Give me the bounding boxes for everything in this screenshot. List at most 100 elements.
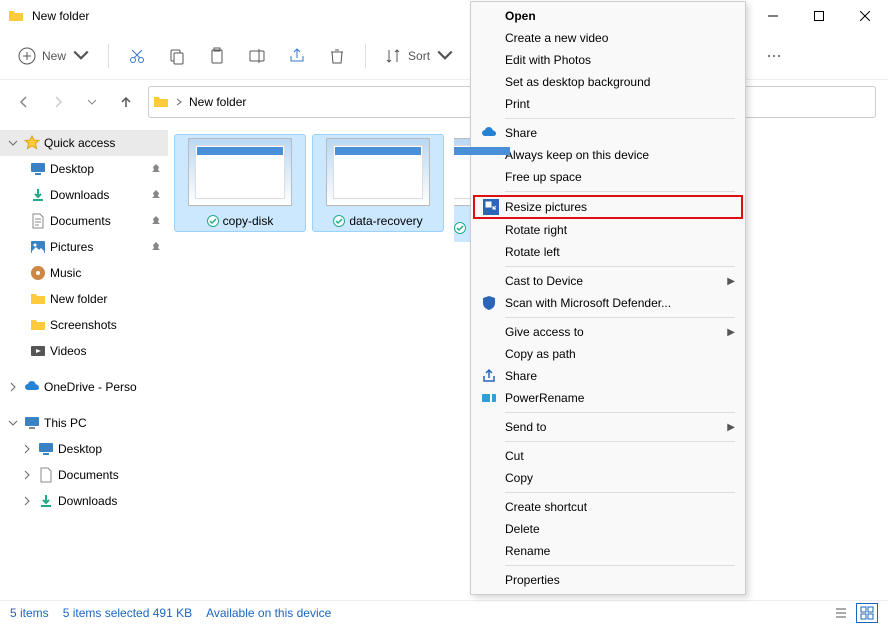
- minimize-button[interactable]: [750, 0, 796, 32]
- selection-info: 5 items selected 491 KB: [63, 606, 192, 620]
- ctx-cast[interactable]: Cast to Device▶: [473, 270, 743, 292]
- resize-icon: [483, 199, 499, 215]
- back-button[interactable]: [12, 90, 36, 114]
- details-view-button[interactable]: [830, 603, 852, 623]
- ctx-rotate-left[interactable]: Rotate left: [473, 241, 743, 263]
- sort-button[interactable]: Sort: [376, 38, 462, 74]
- chevron-right-icon: [22, 444, 32, 454]
- chevron-down-icon: [436, 47, 454, 65]
- delete-button[interactable]: [319, 38, 355, 74]
- share-arrow-icon: [481, 368, 497, 384]
- chevron-down-icon: [8, 418, 18, 428]
- scissors-icon: [128, 47, 146, 65]
- cloud-icon: [24, 379, 40, 395]
- star-icon: [24, 135, 40, 151]
- thumbnail: [188, 138, 292, 206]
- more-button[interactable]: [756, 38, 792, 74]
- download-icon: [30, 187, 46, 203]
- ctx-powerrename[interactable]: PowerRename: [473, 387, 743, 409]
- ctx-print[interactable]: Print: [473, 93, 743, 115]
- chevron-right-icon: [8, 382, 18, 392]
- ctx-always-keep[interactable]: Always keep on this device: [473, 144, 743, 166]
- sidebar-item-pc-documents[interactable]: Documents: [0, 462, 168, 488]
- ctx-share2[interactable]: Share: [473, 365, 743, 387]
- new-button[interactable]: New: [10, 38, 98, 74]
- chevron-down-icon: [8, 138, 18, 148]
- thumbnail: [326, 138, 430, 206]
- forward-button[interactable]: [46, 90, 70, 114]
- ctx-free-space[interactable]: Free up space: [473, 166, 743, 188]
- sidebar-item-new-folder[interactable]: New folder: [0, 286, 168, 312]
- ellipsis-icon: [765, 47, 783, 65]
- ctx-create-shortcut[interactable]: Create shortcut: [473, 496, 743, 518]
- sidebar-item-pc-downloads[interactable]: Downloads: [0, 488, 168, 514]
- body: Quick access Desktop Downloads Documents…: [0, 124, 888, 600]
- ctx-resize-pictures[interactable]: Resize pictures: [473, 195, 743, 219]
- sidebar-item-videos[interactable]: Videos: [0, 338, 168, 364]
- ctx-give-access[interactable]: Give access to▶: [473, 321, 743, 343]
- up-button[interactable]: [114, 90, 138, 114]
- separator: [505, 441, 735, 442]
- ctx-properties[interactable]: Properties: [473, 569, 743, 591]
- ctx-rotate-right[interactable]: Rotate right: [473, 219, 743, 241]
- document-icon: [38, 467, 54, 483]
- ctx-share[interactable]: Share: [473, 122, 743, 144]
- desktop-icon: [38, 441, 54, 457]
- copy-button[interactable]: [159, 38, 195, 74]
- context-menu: Open Create a new video Edit with Photos…: [470, 1, 746, 595]
- arrow-right-icon: [51, 95, 65, 109]
- thumbnails-view-button[interactable]: [856, 603, 878, 623]
- pin-icon: [150, 189, 162, 201]
- sidebar-item-screenshots[interactable]: Screenshots: [0, 312, 168, 338]
- list-icon: [834, 606, 848, 620]
- sync-check-icon: [454, 222, 466, 234]
- sidebar-item-pictures[interactable]: Pictures: [0, 234, 168, 260]
- separator: [108, 44, 109, 68]
- share-button[interactable]: [279, 38, 315, 74]
- recent-button[interactable]: [80, 90, 104, 114]
- sync-check-icon: [207, 215, 219, 227]
- document-icon: [30, 213, 46, 229]
- ctx-edit-photos[interactable]: Edit with Photos: [473, 49, 743, 71]
- chevron-right-icon: [22, 496, 32, 506]
- paste-button[interactable]: [199, 38, 235, 74]
- close-button[interactable]: [842, 0, 888, 32]
- ctx-cut[interactable]: Cut: [473, 445, 743, 467]
- separator: [505, 565, 735, 566]
- separator: [505, 412, 735, 413]
- ctx-send-to[interactable]: Send to▶: [473, 416, 743, 438]
- ctx-open[interactable]: Open: [473, 5, 743, 27]
- sidebar-item-desktop[interactable]: Desktop: [0, 156, 168, 182]
- rename-button[interactable]: [239, 38, 275, 74]
- powerrename-icon: [481, 390, 497, 406]
- file-item[interactable]: data-recovery: [316, 138, 440, 228]
- ctx-rename[interactable]: Rename: [473, 540, 743, 562]
- toolbar: New Sort: [0, 32, 888, 80]
- ctx-create-video[interactable]: Create a new video: [473, 27, 743, 49]
- ctx-defender[interactable]: Scan with Microsoft Defender...: [473, 292, 743, 314]
- folder-icon: [30, 291, 46, 307]
- cut-button[interactable]: [119, 38, 155, 74]
- sort-icon: [384, 47, 402, 65]
- ctx-copy-path[interactable]: Copy as path: [473, 343, 743, 365]
- sidebar-item-quick-access[interactable]: Quick access: [0, 130, 168, 156]
- breadcrumb[interactable]: New folder: [189, 95, 246, 109]
- sidebar-item-music[interactable]: Music: [0, 260, 168, 286]
- ctx-copy[interactable]: Copy: [473, 467, 743, 489]
- sidebar-item-documents[interactable]: Documents: [0, 208, 168, 234]
- ctx-set-background[interactable]: Set as desktop background: [473, 71, 743, 93]
- clipboard-icon: [208, 47, 226, 65]
- file-item[interactable]: copy-disk: [178, 138, 302, 228]
- arrow-up-icon: [119, 95, 133, 109]
- sidebar-item-onedrive[interactable]: OneDrive - Perso: [0, 374, 168, 400]
- sidebar-item-pc-desktop[interactable]: Desktop: [0, 436, 168, 462]
- pin-icon: [150, 163, 162, 175]
- maximize-button[interactable]: [796, 0, 842, 32]
- sidebar-item-downloads[interactable]: Downloads: [0, 182, 168, 208]
- ctx-delete[interactable]: Delete: [473, 518, 743, 540]
- pc-icon: [24, 415, 40, 431]
- sidebar-item-this-pc[interactable]: This PC: [0, 410, 168, 436]
- titlebar: New folder: [0, 0, 888, 32]
- arrow-left-icon: [17, 95, 31, 109]
- plus-circle-icon: [18, 47, 36, 65]
